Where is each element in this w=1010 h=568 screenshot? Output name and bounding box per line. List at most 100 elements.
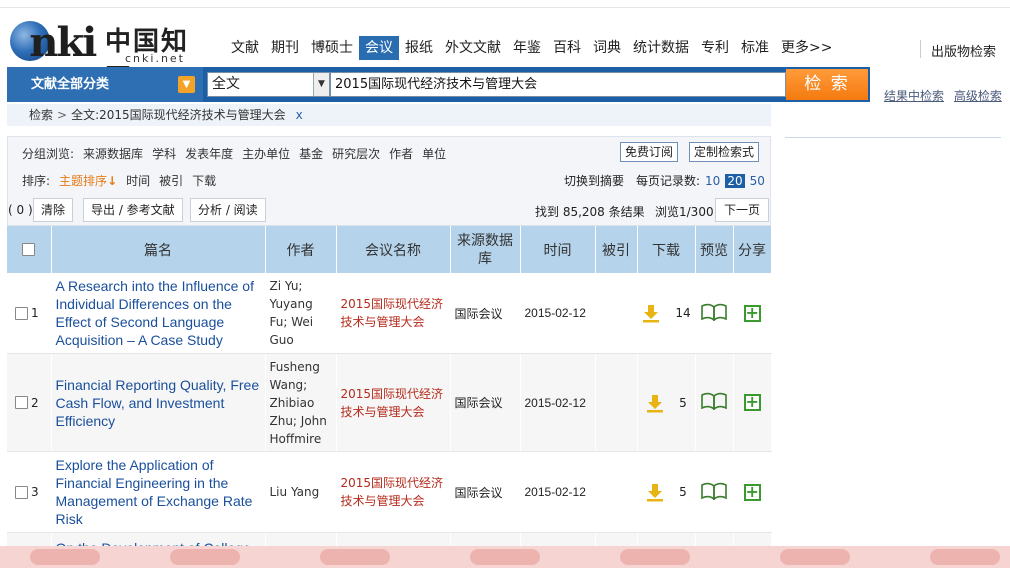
paper-title-link[interactable]: Explore the Application of Financial Eng…: [51, 451, 266, 533]
share-header: 分享: [733, 226, 772, 273]
publication-search-link[interactable]: 出版物检索: [931, 41, 996, 60]
open-book-icon[interactable]: [701, 303, 727, 324]
table-row: 1 A Research into the Influence of Indivi…: [7, 273, 772, 354]
row-checkbox[interactable]: [15, 396, 28, 410]
nav-item[interactable]: 报纸: [399, 36, 439, 60]
decorative-pattern: [470, 549, 540, 565]
conference-link[interactable]: 2015国际现代经济技术与管理大会: [336, 273, 451, 354]
sort-option[interactable]: 下载: [192, 172, 216, 189]
download-cell: 5: [637, 451, 696, 533]
result-controls-panel: 分组浏览: 来源数据库 学科 发表年度 主办单位 基金 研究层次 作者 单位 免费订阅 定制检…: [7, 136, 771, 226]
select-all-checkbox[interactable]: [22, 243, 36, 256]
nav-item[interactable]: 文献: [225, 36, 265, 60]
breadcrumb-root[interactable]: 检索: [29, 108, 53, 122]
preview-cell: [695, 451, 734, 533]
remove-filter-button[interactable]: x: [296, 108, 303, 122]
open-book-icon[interactable]: [701, 392, 727, 413]
nav-item[interactable]: 百科: [547, 36, 587, 60]
per-page-option[interactable]: 20: [725, 173, 745, 188]
download-header[interactable]: 下载: [637, 226, 696, 273]
advanced-search-link[interactable]: 高级检索: [954, 89, 1002, 103]
row-checkbox[interactable]: [15, 485, 28, 499]
analyze-button[interactable]: 分析 / 阅读: [190, 198, 266, 222]
nav-item[interactable]: 专利: [695, 36, 735, 60]
open-book-icon[interactable]: [701, 482, 727, 503]
row-select-cell: 2: [7, 353, 52, 452]
download-arrow-icon[interactable]: [645, 482, 665, 502]
nav-item[interactable]: 标准: [735, 36, 775, 60]
preview-header: 预览: [695, 226, 734, 273]
search-button[interactable]: 检 索: [786, 69, 868, 100]
group-filter-link[interactable]: 作者: [389, 145, 413, 162]
group-filter-link[interactable]: 主办单位: [242, 145, 290, 162]
select-arrow-icon[interactable]: ▼: [313, 73, 329, 96]
switch-to-abstract-link[interactable]: 切换到摘要: [564, 172, 624, 189]
nav-item[interactable]: 会议: [359, 36, 399, 60]
plus-square-icon[interactable]: +: [743, 483, 761, 501]
group-filter-link[interactable]: 学科: [152, 145, 176, 162]
sort-option[interactable]: 主题排序: [59, 172, 117, 189]
sort-options: 排序: 主题排序时间被引下载: [22, 172, 216, 189]
chevron-down-icon[interactable]: ▼: [178, 76, 195, 93]
nav-item[interactable]: 更多>>: [775, 36, 838, 60]
search-field-select[interactable]: 全文 ▼: [207, 72, 330, 97]
per-page-option[interactable]: 10: [703, 174, 722, 188]
plus-square-icon[interactable]: +: [743, 304, 761, 322]
table-row: 2 Financial Reporting Quality, Free Cash …: [7, 353, 772, 452]
per-page-label: 每页记录数:: [636, 174, 701, 188]
plus-square-icon[interactable]: +: [743, 394, 761, 411]
group-filter-link[interactable]: 研究层次: [332, 145, 380, 162]
export-button[interactable]: 导出 / 参考文献: [83, 198, 183, 222]
source-database: 国际会议: [450, 451, 521, 533]
row-checkbox[interactable]: [15, 306, 28, 320]
group-filter-link[interactable]: 来源数据库: [83, 145, 143, 162]
download-count: 5: [679, 395, 687, 410]
category-label: 文献全部分类: [31, 77, 110, 92]
preview-cell: [695, 353, 734, 452]
per-page-option[interactable]: 50: [748, 174, 767, 188]
paper-title-link[interactable]: A Research into the Influence of Individ…: [51, 273, 266, 354]
nav-item[interactable]: 词典: [587, 36, 627, 60]
cnki-logo[interactable]: cnki 中国知网 cnki.net: [7, 17, 212, 94]
sort-option[interactable]: 时间: [126, 172, 150, 189]
group-filter-link[interactable]: 基金: [299, 145, 323, 162]
download-cell: 5: [637, 353, 696, 452]
search-in-results-link[interactable]: 结果中检索: [884, 89, 944, 103]
free-subscribe-button[interactable]: 免费订阅: [620, 142, 679, 162]
author-list[interactable]: Liu Yang: [265, 451, 337, 533]
nav-divider: [920, 40, 921, 58]
conference-link[interactable]: 2015国际现代经济技术与管理大会: [336, 451, 451, 533]
group-browse-label: 分组浏览:: [22, 147, 75, 161]
search-input[interactable]: 2015国际现代经济技术与管理大会: [330, 72, 786, 97]
database-nav: 文献 期刊 博硕士 会议 报纸 外文文献 年鉴 百科 词典 统计数据 专利 标准 更多>>: [225, 36, 838, 60]
nav-item[interactable]: 期刊: [265, 36, 305, 60]
nav-item[interactable]: 博硕士: [305, 36, 359, 60]
cited-header[interactable]: 被引: [595, 226, 638, 273]
download-arrow-icon[interactable]: [641, 303, 661, 323]
source-database: 国际会议: [450, 353, 521, 452]
clear-button[interactable]: 清除: [33, 198, 74, 222]
group-filter-link[interactable]: 单位: [422, 145, 446, 162]
result-count: 找到 85,208 条结果: [535, 205, 645, 219]
nav-item[interactable]: 外文文献: [439, 36, 507, 60]
custom-search-button[interactable]: 定制检索式: [689, 142, 760, 162]
search-extra-links: 结果中检索 高级检索: [884, 87, 1008, 104]
nav-item[interactable]: 统计数据: [627, 36, 695, 60]
author-list[interactable]: Fusheng Wang; Zhibiao Zhu; John Hoffmire: [265, 353, 337, 452]
title-header[interactable]: 篇名: [51, 226, 266, 273]
action-row: ( 0 ) 清除 导出 / 参考文献 分析 / 阅读 找到 85,208 条结果…: [8, 197, 770, 225]
nav-item[interactable]: 年鉴: [507, 36, 547, 60]
category-selector[interactable]: 文献全部分类 ▼: [7, 67, 203, 102]
author-list[interactable]: Zi Yu; Yuyang Fu; Wei Guo: [265, 273, 337, 354]
share-cell: +: [733, 273, 772, 354]
breadcrumb-current: 全文:2015国际现代经济技术与管理大会: [71, 108, 286, 122]
search-field-value: 全文: [212, 76, 240, 92]
sort-option[interactable]: 被引: [159, 172, 183, 189]
next-page-button[interactable]: 下一页: [715, 198, 769, 222]
author-header: 作者: [265, 226, 337, 273]
conference-link[interactable]: 2015国际现代经济技术与管理大会: [336, 353, 451, 452]
download-arrow-icon[interactable]: [645, 393, 665, 413]
date-header[interactable]: 时间: [520, 226, 596, 273]
paper-title-link[interactable]: Financial Reporting Quality, Free Cash F…: [51, 353, 266, 452]
group-filter-link[interactable]: 发表年度: [185, 145, 233, 162]
